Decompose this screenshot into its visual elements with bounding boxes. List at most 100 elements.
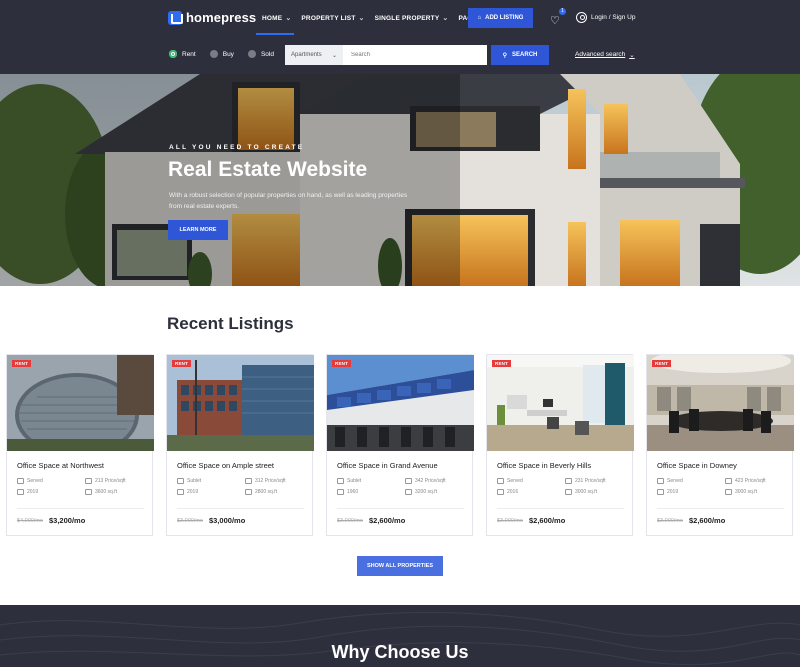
login-link[interactable]: Login / Sign Up <box>576 12 635 23</box>
divider <box>337 508 464 509</box>
learn-more-button[interactable]: LEARN MORE <box>168 220 228 240</box>
section-title: Why Choose Us <box>331 642 469 662</box>
listing-title[interactable]: Office Space in Grand Avenue <box>337 461 438 470</box>
price-tag-icon <box>245 478 252 484</box>
advanced-search-link[interactable]: Advanced search ⌄ <box>575 51 635 59</box>
listing-photo: RENT <box>167 355 314 451</box>
area-icon <box>245 489 252 495</box>
hero-title: Real Estate Website <box>168 158 368 181</box>
listing-title[interactable]: Office Space on Ample street <box>177 461 274 470</box>
active-nav-indicator <box>256 33 294 35</box>
favorites-button[interactable]: ♡ 1 <box>550 8 566 27</box>
rent-badge: RENT <box>332 360 352 367</box>
search-button[interactable]: ⚲ SEARCH <box>491 45 549 65</box>
spec-value: 2019 <box>667 489 679 495</box>
listing-card[interactable]: RENT Office Space on Ample street Sublet… <box>166 354 314 536</box>
divider <box>17 508 144 509</box>
building-photo <box>167 355 314 451</box>
radio-rent[interactable]: Rent <box>169 50 196 58</box>
listing-spec-status: Served <box>17 478 43 484</box>
divider <box>657 508 784 509</box>
chevron-down-icon: ⌄ <box>358 15 365 22</box>
area-icon <box>85 489 92 495</box>
spec-value: 2019 <box>187 489 199 495</box>
listing-photo: RENT <box>7 355 154 451</box>
radio-sold[interactable]: Sold <box>247 50 274 58</box>
calendar-icon <box>497 489 504 495</box>
spec-value: Sublet <box>187 478 202 484</box>
heart-icon: ♡ <box>550 15 560 27</box>
add-listing-label: ADD LISTING <box>485 15 524 21</box>
spec-value: Served <box>667 478 683 484</box>
chevron-down-icon: ⌄ <box>285 15 292 22</box>
search-button-label: SEARCH <box>512 52 538 58</box>
spec-value: 3000 sq.ft <box>735 489 757 495</box>
listing-title[interactable]: Office Space at Northwest <box>17 461 104 470</box>
listing-spec-area: 3600 sq.ft <box>85 489 117 495</box>
home-logo-icon <box>168 10 183 25</box>
conference-room-photo <box>647 355 794 451</box>
listing-spec-area: 3200 sq.ft <box>405 489 437 495</box>
search-icon: ⚲ <box>502 52 508 59</box>
office-interior-photo <box>487 355 634 451</box>
spec-value: Served <box>507 478 523 484</box>
listing-spec-price-sqft: 312 Price/sqft <box>245 478 286 484</box>
divider <box>497 508 624 509</box>
listing-title[interactable]: Office Space in Beverly Hills <box>497 461 591 470</box>
listing-spec-status: Sublet <box>177 478 201 484</box>
show-all-properties-button[interactable]: SHOW ALL PROPERTIES <box>357 556 443 576</box>
status-icon <box>177 478 184 484</box>
listing-card[interactable]: RENT Office Space in Grand Avenue Sublet… <box>326 354 474 536</box>
listing-spec-status: Sublet <box>337 478 361 484</box>
area-icon <box>725 489 732 495</box>
radio-label: Sold <box>260 50 274 58</box>
listing-spec-year: 2019 <box>17 489 38 495</box>
listing-card[interactable]: RENT Office Space in Beverly Hills Serve… <box>486 354 634 536</box>
chevron-down-icon: ⌄ <box>331 52 337 59</box>
spec-value: 2019 <box>27 489 39 495</box>
radio-selected-icon <box>169 50 177 58</box>
hero-kicker: ALL YOU NEED TO CREATE <box>169 144 305 151</box>
spec-value: 2800 sq.ft <box>255 489 277 495</box>
nav-item-single-property[interactable]: SINGLE PROPERTY ⌄ <box>375 12 449 24</box>
area-icon <box>565 489 572 495</box>
nav-item-home[interactable]: HOME ⌄ <box>262 12 291 24</box>
listing-spec-price-sqft: 213 Price/sqft <box>85 478 126 484</box>
spec-value: 1960 <box>347 489 359 495</box>
rent-badge: RENT <box>12 360 32 367</box>
section-title: Recent Listings <box>167 314 294 333</box>
old-price: $3,000/mo <box>177 518 203 524</box>
add-listing-button[interactable]: ⌂ ADD LISTING <box>468 8 533 28</box>
listing-mode-group: Rent Buy Sold <box>169 50 274 58</box>
listing-spec-area: 3000 sq.ft <box>565 489 597 495</box>
radio-unselected-icon <box>209 50 218 58</box>
spec-value: Sublet <box>347 478 362 484</box>
rent-badge: RENT <box>492 360 512 367</box>
nav-item-label: PROPERTY LIST <box>301 14 356 22</box>
spec-value: 3000 sq.ft <box>575 489 597 495</box>
old-price: $3,000/mo <box>657 518 683 524</box>
old-price: $3,000/mo <box>497 518 523 524</box>
price-tag-icon <box>565 478 572 484</box>
spec-value: 2016 <box>507 489 519 495</box>
price: $2,600/mo <box>369 516 406 525</box>
property-type-select[interactable]: Apartments ⌄ <box>285 45 343 65</box>
calendar-icon <box>177 489 184 495</box>
calendar-icon <box>657 489 664 495</box>
old-price: $4,000/mo <box>17 518 43 524</box>
nav-item-property-list[interactable]: PROPERTY LIST ⌄ <box>301 12 364 24</box>
listing-title[interactable]: Office Space in Downey <box>657 461 737 470</box>
calendar-icon <box>17 489 24 495</box>
chevron-down-icon: ⌄ <box>629 52 635 59</box>
logo[interactable]: homepress <box>168 10 256 25</box>
hero-description: With a robust selection of popular prope… <box>169 192 408 210</box>
listing-spec-year: 2016 <box>497 489 518 495</box>
search-input[interactable] <box>343 45 487 65</box>
listing-card[interactable]: RENT Office Space in Downey Served 423 P… <box>646 354 794 536</box>
listing-card[interactable]: RENT Office Space at Northwest Served 21… <box>6 354 154 536</box>
nav-item-label: HOME <box>262 14 283 22</box>
listing-spec-year: 2019 <box>657 489 678 495</box>
radio-buy[interactable]: Buy <box>209 50 234 58</box>
spec-value: Served <box>27 478 43 484</box>
price: $3,000/mo <box>209 516 246 525</box>
